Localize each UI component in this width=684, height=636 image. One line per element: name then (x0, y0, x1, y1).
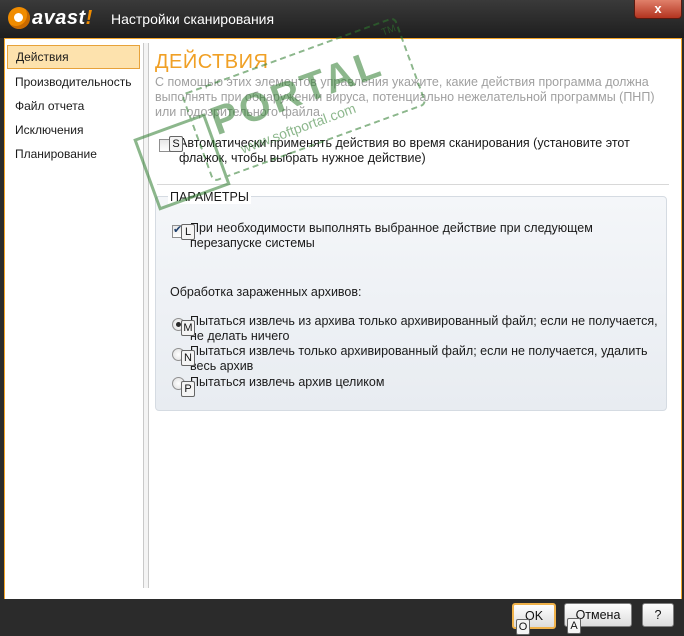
client-area: Действия Производительность Файл отчета … (4, 16, 682, 600)
hotkey-badge: P (181, 381, 195, 397)
archive-option-extract-whole[interactable]: P Пытаться извлечь архив целиком (172, 375, 660, 397)
archive-option-label: Пытаться извлечь архив целиком (190, 375, 385, 389)
close-button[interactable]: x (634, 0, 682, 19)
archive-option-extract-file[interactable]: M Пытаться извлечь из архива только архи… (172, 314, 660, 344)
ok-button[interactable]: OK O (512, 603, 556, 635)
sidebar-item-scheduling[interactable]: Планирование (7, 143, 140, 165)
cancel-button-label: Отмена (575, 608, 621, 622)
sidebar: Действия Производительность Файл отчета … (5, 39, 142, 587)
archive-option-label: Пытаться извлечь только архивированный ф… (190, 344, 648, 373)
sidebar-item-report-file[interactable]: Файл отчета (7, 95, 140, 117)
hotkey-badge: L (181, 224, 195, 240)
sidebar-item-exclusions[interactable]: Исключения (7, 119, 140, 141)
reboot-action-option[interactable]: L При необходимости выполнять выбранное … (172, 221, 660, 251)
hotkey-badge: N (181, 350, 195, 366)
avast-logo: avast (8, 4, 93, 32)
window-title: Настройки сканирования (111, 11, 275, 27)
title-bar: avast Настройки сканирования x (0, 0, 684, 38)
avast-logo-text: avast (32, 7, 93, 30)
hotkey-badge: M (181, 320, 195, 336)
hotkey-badge: S (169, 136, 183, 152)
reboot-action-label: При необходимости выполнять выбранное де… (190, 221, 593, 250)
divider (157, 184, 669, 185)
auto-actions-option[interactable]: S Автоматически применять действия во вр… (159, 136, 669, 166)
sidebar-splitter[interactable] (143, 43, 149, 588)
settings-window: avast Настройки сканирования x Действия … (0, 0, 684, 636)
archive-option-delete-archive[interactable]: N Пытаться извлечь только архивированный… (172, 344, 660, 374)
cancel-button[interactable]: Отмена A (564, 603, 632, 634)
main-panel: ДЕЙСТВИЯ С помощью этих элементов управл… (155, 39, 675, 589)
hotkey-badge: O (516, 619, 530, 635)
hotkey-badge: A (567, 618, 581, 634)
parameters-group: ПАРАМЕТРЫ L При необходимости выполнять … (155, 190, 667, 411)
page-description: С помощью этих элементов управления укаж… (155, 75, 655, 119)
auto-actions-label: Автоматически применять действия во врем… (179, 136, 630, 165)
help-button[interactable]: ? (642, 603, 674, 627)
archive-option-label: Пытаться извлечь из архива только архиви… (190, 314, 658, 343)
archives-label: Обработка зараженных архивов: (170, 285, 362, 299)
page-title: ДЕЙСТВИЯ (155, 51, 269, 73)
parameters-title: ПАРАМЕТРЫ (168, 190, 251, 204)
sidebar-item-performance[interactable]: Производительность (7, 71, 140, 93)
sidebar-item-actions[interactable]: Действия (7, 45, 140, 69)
avast-logo-icon (8, 7, 30, 29)
dialog-footer: OK O Отмена A ? (0, 599, 684, 636)
